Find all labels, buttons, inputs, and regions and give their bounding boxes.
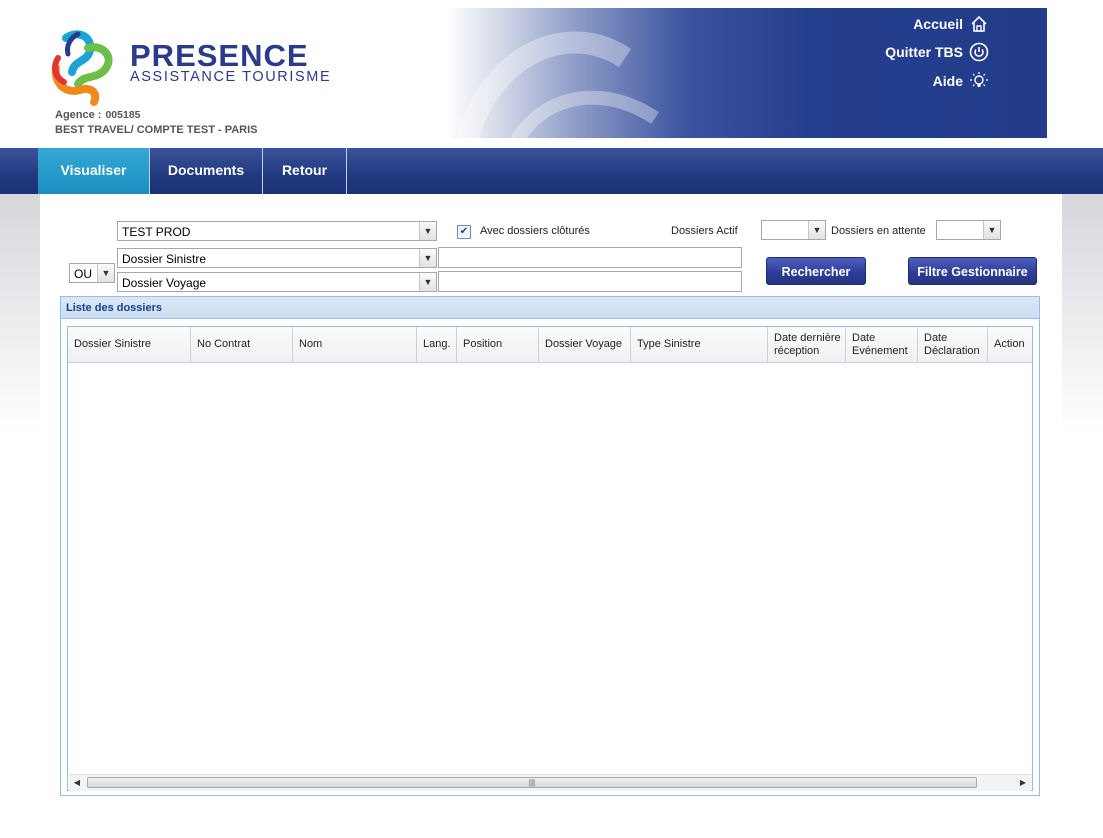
col-no-contrat[interactable]: No Contrat <box>191 327 293 362</box>
files-grid: Dossier Sinistre No Contrat Nom Lang. Po… <box>67 326 1033 791</box>
manager-filter-button[interactable]: Filtre Gestionnaire <box>908 257 1037 285</box>
chevron-down-icon: ▼ <box>97 264 114 282</box>
side-shade-left <box>0 194 40 434</box>
horizontal-scrollbar[interactable]: ◀ ||| ▶ <box>69 774 1031 791</box>
tab-documents[interactable]: Documents <box>150 148 263 194</box>
home-icon <box>971 15 987 32</box>
chevron-down-icon: ▼ <box>419 273 436 291</box>
col-dossier-sinistre[interactable]: Dossier Sinistre <box>68 327 191 362</box>
col-date-declaration[interactable]: Date Déclaration <box>918 327 988 362</box>
col-position[interactable]: Position <box>457 327 539 362</box>
home-link[interactable]: Accueil <box>913 14 989 34</box>
lightbulb-icon <box>970 72 988 87</box>
col-lang[interactable]: Lang. <box>417 327 457 362</box>
account-select-value: TEST PROD <box>122 225 191 239</box>
col-dossier-voyage[interactable]: Dossier Voyage <box>539 327 631 362</box>
col-type-sinistre[interactable]: Type Sinistre <box>631 327 768 362</box>
help-link-label: Aide <box>932 73 963 89</box>
field1-select[interactable]: Dossier Sinistre ▼ <box>117 248 437 268</box>
col-nom[interactable]: Nom <box>293 327 417 362</box>
active-files-label: Dossiers Actif <box>671 225 738 237</box>
grid-header: Dossier Sinistre No Contrat Nom Lang. Po… <box>68 327 1032 363</box>
col-date-derniere-reception[interactable]: Date dernière réception <box>768 327 846 362</box>
side-shade-right <box>1062 194 1103 434</box>
scroll-right-icon[interactable]: ▶ <box>1016 775 1030 791</box>
home-link-label: Accueil <box>913 16 963 32</box>
main-nav: Visualiser Documents Retour <box>0 148 1103 194</box>
help-link[interactable]: Aide <box>933 71 989 91</box>
agency-name: BEST TRAVEL/ COMPTE TEST - PARIS <box>55 124 258 136</box>
quit-link[interactable]: Quitter TBS <box>885 42 989 62</box>
power-icon <box>969 42 989 62</box>
pending-files-select[interactable]: ▼ <box>936 220 1001 240</box>
col-date-evenement[interactable]: Date Evénement <box>846 327 918 362</box>
search-button[interactable]: Rechercher <box>766 257 866 285</box>
files-panel: Liste des dossiers Dossier Sinistre No C… <box>60 296 1040 796</box>
banner-swirl-icon <box>456 31 659 138</box>
chevron-down-icon: ▼ <box>983 221 1000 239</box>
closed-files-label: Avec dossiers clôturés <box>480 225 590 237</box>
operator-value: OU <box>74 267 92 281</box>
closed-files-checkbox[interactable]: ✔ <box>457 225 471 239</box>
chevron-down-icon: ▼ <box>419 222 436 240</box>
quit-link-label: Quitter TBS <box>885 44 963 60</box>
agency-label: Agence : <box>55 109 102 121</box>
scrollbar-thumb[interactable]: ||| <box>87 777 977 788</box>
header-banner: Accueil Quitter TBS Aide <box>445 8 1047 138</box>
tab-retour[interactable]: Retour <box>263 148 347 194</box>
field1-value: Dossier Sinistre <box>122 252 207 266</box>
pending-files-label: Dossiers en attente <box>831 225 926 237</box>
agency-code: 005185 <box>105 109 141 121</box>
header: PRESENCE ASSISTANCE TOURISME Agence :005… <box>0 0 1103 140</box>
chevron-down-icon: ▼ <box>808 221 825 239</box>
operator-select[interactable]: OU ▼ <box>69 263 115 283</box>
field2-select[interactable]: Dossier Voyage ▼ <box>117 272 437 292</box>
tab-visualiser[interactable]: Visualiser <box>38 148 150 194</box>
col-action[interactable]: Action <box>988 327 1032 362</box>
chevron-down-icon: ▼ <box>419 249 436 267</box>
panel-title: Liste des dossiers <box>61 297 1039 319</box>
logo-swirl-icon <box>51 30 113 106</box>
account-select[interactable]: TEST PROD ▼ <box>117 221 437 241</box>
scroll-left-icon[interactable]: ◀ <box>70 775 84 791</box>
field2-value: Dossier Voyage <box>122 276 207 290</box>
agency-info: Agence :005185 BEST TRAVEL/ COMPTE TEST … <box>55 108 258 138</box>
active-files-select[interactable]: ▼ <box>761 220 826 240</box>
logo-subtitle: ASSISTANCE TOURISME <box>130 69 332 85</box>
field1-input[interactable] <box>438 247 742 268</box>
field2-input[interactable] <box>438 271 742 292</box>
logo-word: PRESENCE <box>130 38 309 73</box>
logo: PRESENCE ASSISTANCE TOURISME <box>48 28 358 108</box>
